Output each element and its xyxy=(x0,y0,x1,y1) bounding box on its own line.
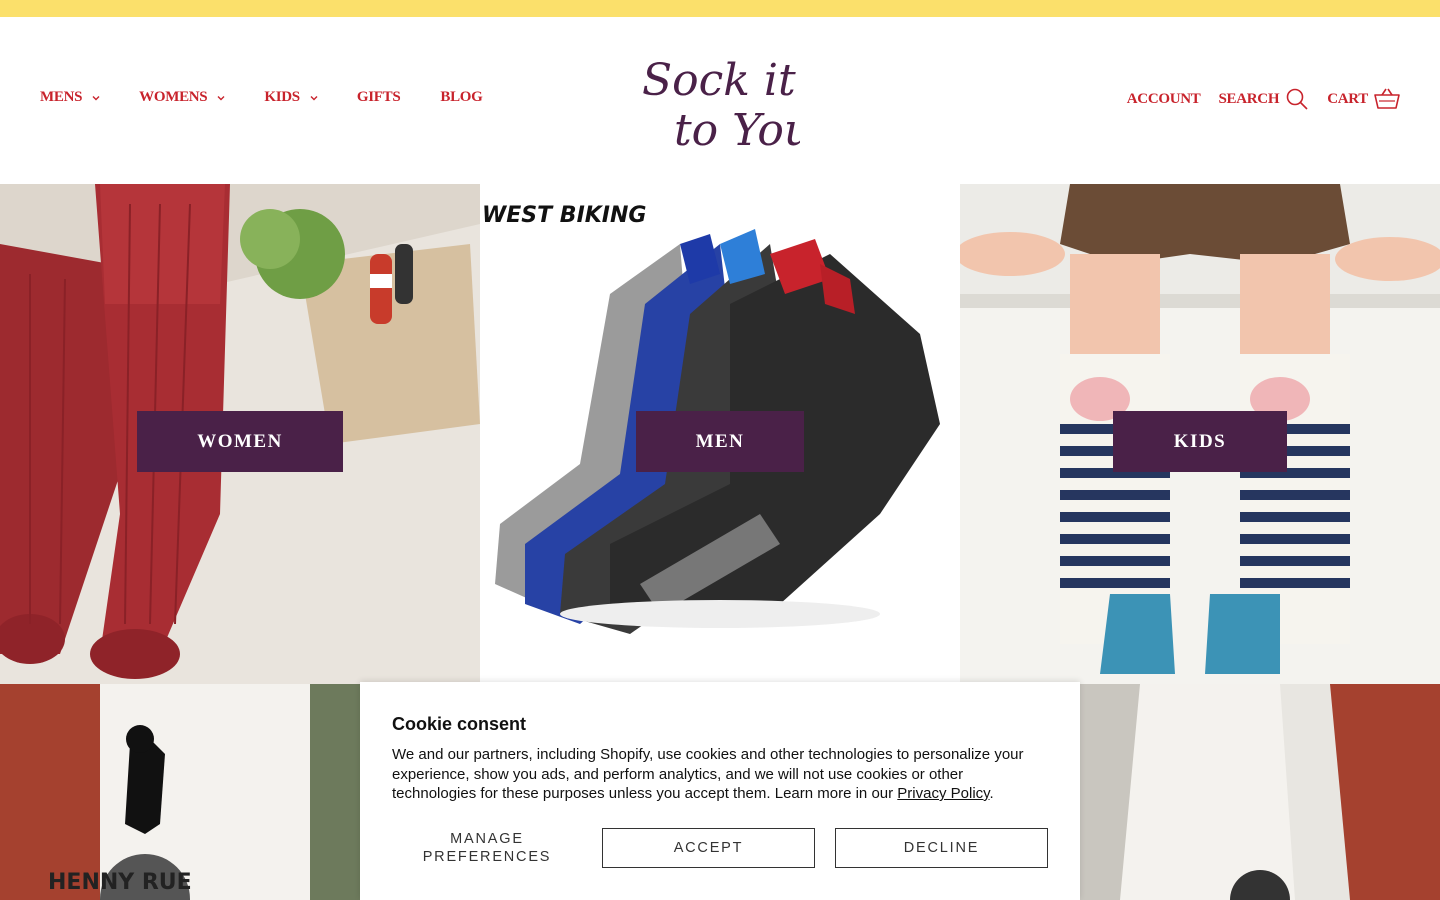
nav-label: MENS xyxy=(40,89,83,105)
nav-label: KIDS xyxy=(264,89,300,105)
accept-button[interactable]: ACCEPT xyxy=(602,828,815,868)
cookie-body-period: . xyxy=(989,785,994,802)
site-header: MENS WOMENS KIDS GIFTS BLOG Sock it to Y… xyxy=(0,17,1440,184)
search-link[interactable]: SEARCH xyxy=(1219,87,1310,111)
cookie-body: We and our partners, including Shopify, … xyxy=(392,745,1042,804)
chevron-down-icon xyxy=(310,95,318,100)
search-icon xyxy=(1286,88,1308,110)
featured-left-image: HENNY RUE xyxy=(0,684,360,900)
nav-item-mens[interactable]: MENS xyxy=(40,89,101,106)
nav-item-gifts[interactable]: GIFTS xyxy=(357,89,401,106)
manage-preferences-button[interactable]: MANAGE PREFERENCES xyxy=(392,828,582,868)
tile-women[interactable]: WOMEN xyxy=(0,184,480,684)
tile-men[interactable]: WEST BIKING MEN xyxy=(480,184,960,684)
nav-label: BLOG xyxy=(440,89,483,105)
account-link[interactable]: ACCOUNT xyxy=(1127,91,1201,108)
announcement-bar xyxy=(0,0,1440,17)
site-logo[interactable]: Sock it to You xyxy=(640,37,800,167)
cart-link[interactable]: CART xyxy=(1327,88,1400,110)
logo-line-2: to You xyxy=(674,105,800,156)
west-biking-brand: WEST BIKING xyxy=(482,203,646,228)
cookie-title: Cookie consent xyxy=(392,714,527,734)
nav-label: GIFTS xyxy=(356,89,401,105)
shop-kids-button[interactable]: KIDS xyxy=(1113,411,1287,472)
utility-nav: ACCOUNT SEARCH CART xyxy=(1109,87,1400,111)
decline-button[interactable]: DECLINE xyxy=(835,828,1048,868)
privacy-policy-link[interactable]: Privacy Policy xyxy=(897,785,989,802)
chevron-down-icon xyxy=(217,95,225,100)
main-nav: MENS WOMENS KIDS GIFTS BLOG xyxy=(40,89,523,106)
nav-item-blog[interactable]: BLOG xyxy=(440,89,482,106)
cookie-actions: MANAGE PREFERENCES ACCEPT DECLINE xyxy=(392,828,1048,868)
search-label: SEARCH xyxy=(1218,90,1280,107)
shop-men-button[interactable]: MEN xyxy=(636,411,804,472)
cookie-consent-dialog: Cookie consent We and our partners, incl… xyxy=(360,682,1080,900)
chevron-down-icon xyxy=(92,95,100,100)
account-label: ACCOUNT xyxy=(1126,90,1201,107)
nav-label: WOMENS xyxy=(139,89,208,105)
logo-line-1: Sock it xyxy=(642,55,796,106)
henny-rue-brand: HENNY RUE xyxy=(48,870,192,895)
cart-icon xyxy=(1374,88,1400,109)
shop-women-button[interactable]: WOMEN xyxy=(137,411,343,472)
featured-right-image xyxy=(1080,684,1440,900)
tile-kids[interactable]: KIDS xyxy=(960,184,1440,684)
category-tiles: WOMEN WEST BIKING MEN KIDS xyxy=(0,184,1440,684)
cart-label: CART xyxy=(1327,90,1368,107)
nav-item-kids[interactable]: KIDS xyxy=(264,89,318,106)
nav-item-womens[interactable]: WOMENS xyxy=(139,89,226,106)
